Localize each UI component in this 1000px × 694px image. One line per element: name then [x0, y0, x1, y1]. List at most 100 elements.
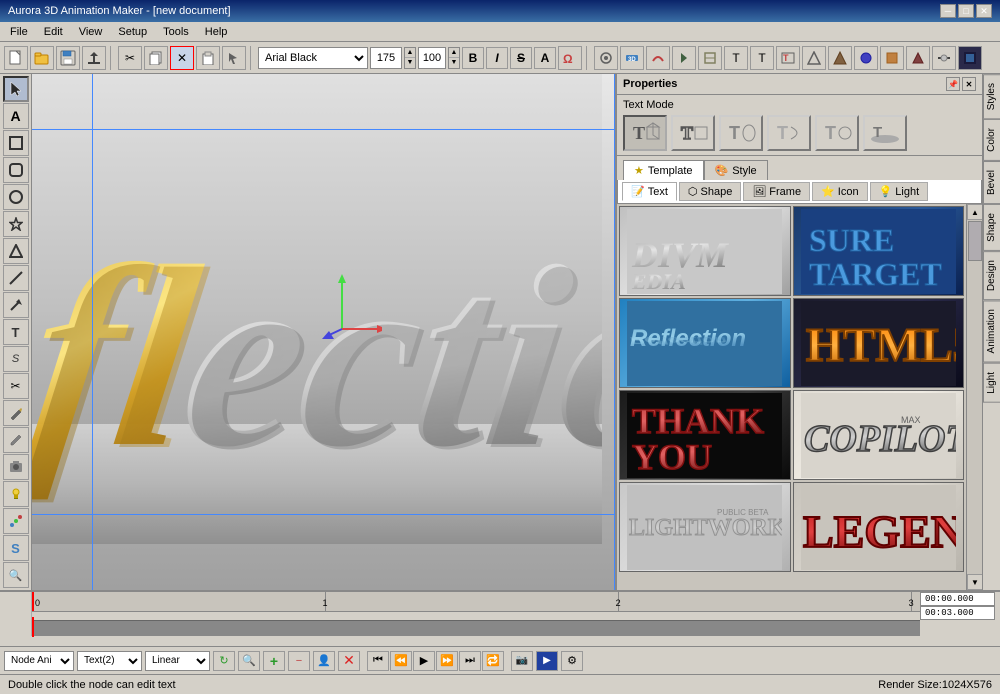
zoom-tool[interactable]: 🔍	[3, 562, 29, 588]
font-size-spinner[interactable]: ▲ ▼	[404, 47, 416, 69]
template-lightworks[interactable]: LIGHTWORKS PUBLIC BETA	[619, 482, 791, 572]
add-green-button[interactable]: +	[263, 651, 285, 671]
template-html5[interactable]: HTML5	[793, 298, 965, 388]
side-tab-styles[interactable]: Styles	[983, 74, 1000, 119]
linear-select[interactable]: Linear	[145, 651, 210, 671]
maximize-button[interactable]: □	[958, 4, 974, 18]
template-legend[interactable]: LEGEND	[793, 482, 965, 572]
side-tab-design[interactable]: Design	[983, 251, 1000, 300]
go-back-button[interactable]: ⏪	[390, 651, 412, 671]
export-button[interactable]	[82, 46, 106, 70]
side-tab-animation[interactable]: Animation	[983, 300, 1000, 362]
go-forward-button[interactable]: ⏩	[436, 651, 458, 671]
menu-edit[interactable]: Edit	[38, 24, 69, 40]
sub-tab-light[interactable]: 💡Light	[870, 182, 929, 201]
sub-tab-frame[interactable]: 🖼Frame	[743, 182, 810, 201]
go-start-button[interactable]: ⏮	[367, 651, 389, 671]
refresh-button[interactable]: ↻	[213, 651, 235, 671]
tb-btn-13[interactable]	[906, 46, 930, 70]
triangle-tool[interactable]	[3, 238, 29, 264]
tb-btn-12[interactable]	[880, 46, 904, 70]
sub-tab-shape[interactable]: ⬡Shape	[679, 182, 741, 201]
menu-file[interactable]: File	[4, 24, 34, 40]
text-mode-btn-1[interactable]: T	[623, 115, 667, 151]
tb-btn-4[interactable]	[672, 46, 696, 70]
camera-tool[interactable]	[3, 454, 29, 480]
node-ani-select[interactable]: Node Ani	[4, 651, 74, 671]
special-btn[interactable]: Ω	[558, 46, 582, 70]
text-mode-btn-5[interactable]: T	[815, 115, 859, 151]
search-button[interactable]: 🔍	[238, 651, 260, 671]
tb-btn-9[interactable]	[802, 46, 826, 70]
template-tab[interactable]: ★ Template	[623, 160, 704, 180]
menu-view[interactable]: View	[73, 24, 109, 40]
text-mode-btn-6[interactable]: T	[863, 115, 907, 151]
style-tab[interactable]: 🎨 Style	[704, 160, 768, 180]
tb-btn-2[interactable]: 3D	[620, 46, 644, 70]
open-button[interactable]	[30, 46, 54, 70]
side-tab-bevel[interactable]: Bevel	[983, 161, 1000, 204]
tb-btn-6[interactable]: T	[724, 46, 748, 70]
tb-btn-3[interactable]	[646, 46, 670, 70]
select-tool[interactable]	[3, 76, 29, 102]
font-family-select[interactable]: Arial Black	[258, 47, 368, 69]
strikethrough-button[interactable]: S	[510, 47, 532, 69]
text-object-tool[interactable]: T	[3, 319, 29, 345]
timeline-playhead[interactable]	[32, 592, 34, 611]
scroll-thumb[interactable]	[968, 221, 982, 261]
tb-btn-14[interactable]	[932, 46, 956, 70]
pencil-tool[interactable]	[3, 400, 29, 426]
tb-btn-5[interactable]	[698, 46, 722, 70]
close-button[interactable]: ✕	[976, 4, 992, 18]
menu-tools[interactable]: Tools	[157, 24, 195, 40]
rect-tool[interactable]	[3, 130, 29, 156]
text-mode-btn-4[interactable]: T	[767, 115, 811, 151]
delete-red-button[interactable]: ✕	[338, 651, 360, 671]
minus-button[interactable]: −	[288, 651, 310, 671]
rounded-rect-tool[interactable]	[3, 157, 29, 183]
template-thankyou[interactable]: THANK YOU	[619, 390, 791, 480]
particle-tool[interactable]	[3, 508, 29, 534]
scissors-tool[interactable]: ✂	[3, 373, 29, 399]
scroll-down-button[interactable]: ▼	[967, 574, 982, 590]
delete-button[interactable]: ✕	[170, 46, 194, 70]
tb-btn-8[interactable]: T	[776, 46, 800, 70]
circle-tool[interactable]	[3, 184, 29, 210]
line-tool[interactable]	[3, 265, 29, 291]
menu-setup[interactable]: Setup	[112, 24, 153, 40]
tb-btn-10[interactable]	[828, 46, 852, 70]
save-button[interactable]	[56, 46, 80, 70]
side-tab-shape[interactable]: Shape	[983, 204, 1000, 251]
font-size-input[interactable]	[370, 47, 402, 69]
template-suretarget[interactable]: SURE TARGET	[793, 206, 965, 296]
person-button[interactable]: 👤	[313, 651, 335, 671]
star-tool[interactable]	[3, 211, 29, 237]
font-scale-up[interactable]: ▲	[449, 48, 459, 59]
minimize-button[interactable]: ─	[940, 4, 956, 18]
timeline-track[interactable]	[32, 620, 920, 636]
template-reflection[interactable]: Reflection Reflection	[619, 298, 791, 388]
tb-btn-15[interactable]	[958, 46, 982, 70]
allcaps-button[interactable]: A	[534, 47, 556, 69]
light-tool[interactable]	[3, 481, 29, 507]
transform-gizmo[interactable]	[322, 269, 382, 339]
font-size-down[interactable]: ▼	[405, 58, 415, 68]
side-tab-color[interactable]: Color	[983, 119, 1000, 161]
tb-btn-7[interactable]: T	[750, 46, 774, 70]
eyedropper-tool[interactable]	[3, 427, 29, 453]
template-copilot[interactable]: COPILOT MAX	[793, 390, 965, 480]
loop-button[interactable]: 🔁	[482, 651, 504, 671]
text-tool[interactable]: A	[3, 103, 29, 129]
font-size-up[interactable]: ▲	[405, 48, 415, 59]
text-mode-btn-3[interactable]: T	[719, 115, 763, 151]
side-tab-light[interactable]: Light	[983, 363, 1000, 403]
font-scale-input[interactable]	[418, 47, 446, 69]
panel-close-button[interactable]: ✕	[962, 77, 976, 91]
play-button[interactable]: ▶	[413, 651, 435, 671]
scroll-up-button[interactable]: ▲	[967, 204, 982, 220]
panel-pin-button[interactable]: 📌	[946, 77, 960, 91]
render-button[interactable]: ▶	[536, 651, 558, 671]
go-end-button[interactable]: ⏭	[459, 651, 481, 671]
tb-btn-1[interactable]	[594, 46, 618, 70]
font-scale-spinner[interactable]: ▲ ▼	[448, 47, 460, 69]
